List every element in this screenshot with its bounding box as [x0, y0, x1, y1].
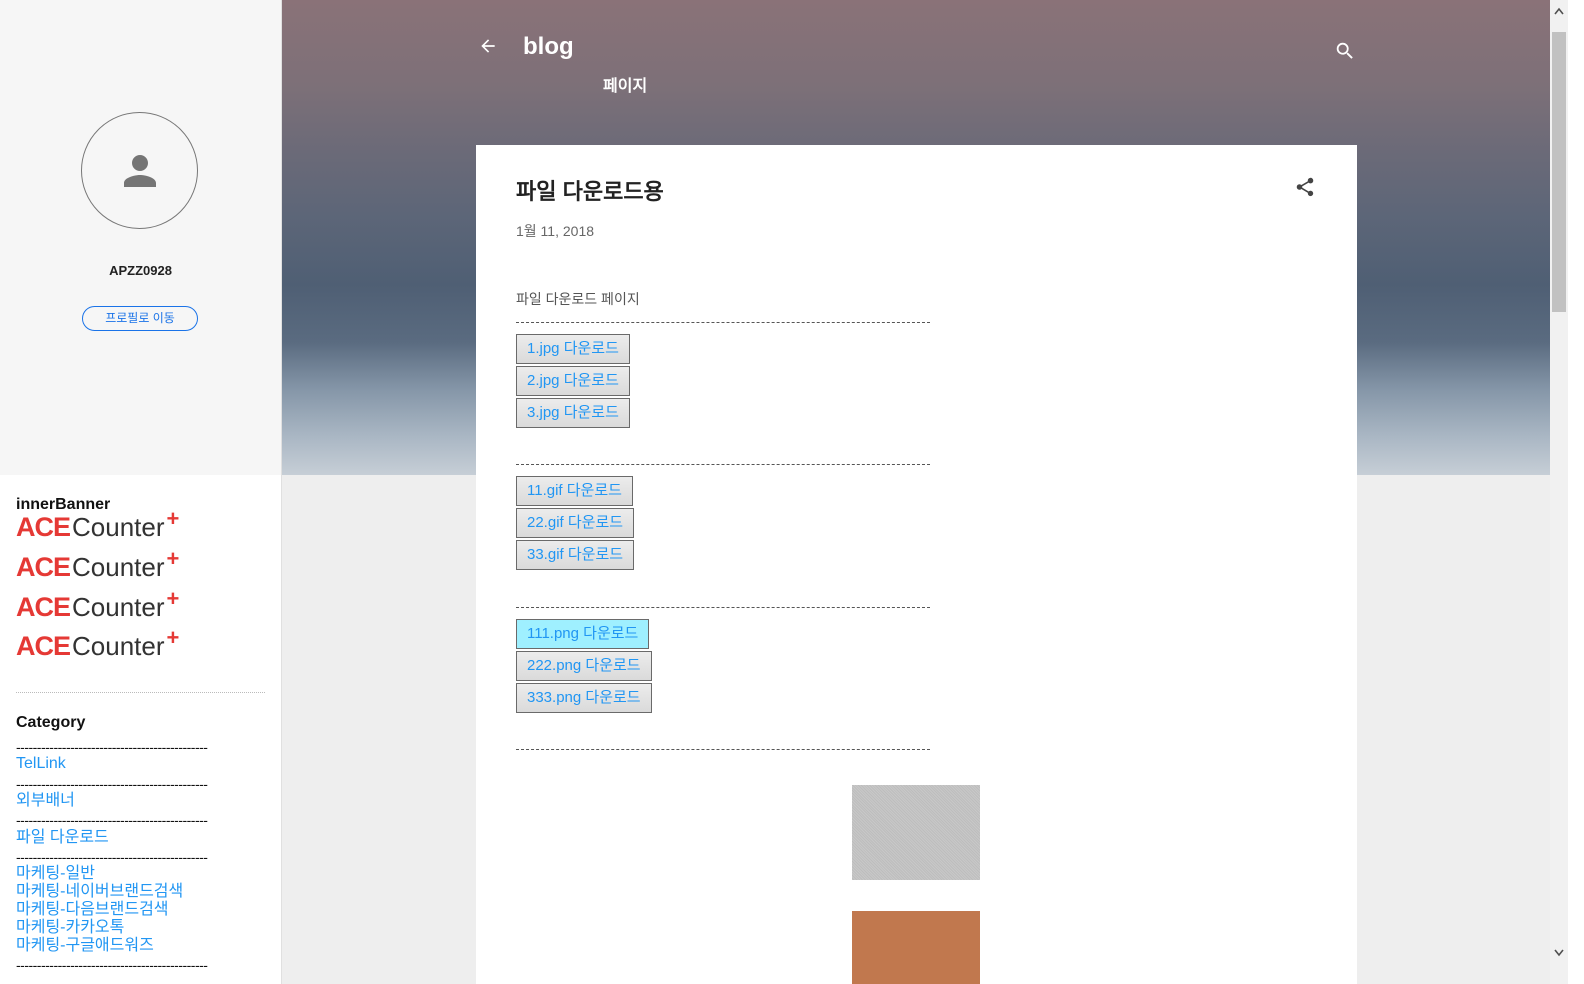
counter-logo-text: Counter: [72, 591, 165, 622]
category-separator: ----------------------------------------…: [16, 740, 208, 754]
post-intro: 파일 다운로드 페이지: [516, 291, 640, 307]
sidebar: APZZ0928 프로필로 이동 innerBanner ACE Counter…: [0, 0, 282, 984]
ace-logo-text: ACE: [16, 630, 71, 661]
ace-counter-banner[interactable]: ACE Counter +: [16, 625, 179, 661]
brown-texture-image[interactable]: [852, 911, 980, 984]
plus-icon: +: [166, 586, 180, 611]
ace-logo-text: ACE: [16, 591, 71, 622]
category-link-marketing-google[interactable]: 마케팅-구글애드워즈: [16, 937, 154, 955]
category-link-marketing-general[interactable]: 마케팅-일반: [16, 865, 95, 883]
gray-texture-image[interactable]: [852, 785, 980, 880]
dashed-separator: [516, 464, 930, 465]
person-icon: [124, 155, 156, 187]
ace-counter-banner[interactable]: ACE Counter +: [16, 506, 179, 542]
dashed-separator: [516, 607, 930, 608]
scrollbar-thumb[interactable]: [1552, 32, 1566, 312]
counter-logo-text: Counter: [72, 630, 165, 661]
plus-icon: +: [166, 506, 180, 531]
window-edge: [1568, 0, 1584, 984]
post-date: 1월 11, 2018: [516, 223, 595, 239]
download-33-gif-button[interactable]: 33.gif 다운로드: [516, 540, 635, 570]
download-11-gif-button[interactable]: 11.gif 다운로드: [516, 476, 633, 506]
scroll-up-arrow-icon[interactable]: [1553, 6, 1565, 18]
post-title: 파일 다운로드용: [516, 179, 664, 204]
blog-title[interactable]: blog: [523, 33, 574, 61]
category-link-marketing-naver[interactable]: 마케팅-네이버브랜드검색: [16, 883, 183, 901]
category-link-marketing-kakao[interactable]: 마케팅-카카오톡: [16, 919, 124, 937]
download-22-gif-button[interactable]: 22.gif 다운로드: [516, 508, 635, 538]
category-separator: ----------------------------------------…: [16, 777, 208, 791]
visit-profile-button[interactable]: 프로필로 이동: [82, 306, 198, 331]
ace-counter-banner[interactable]: ACE Counter +: [16, 586, 179, 622]
category-link-marketing-daum[interactable]: 마케팅-다음브랜드검색: [16, 901, 169, 919]
profile-section: APZZ0928 프로필로 이동: [0, 0, 281, 475]
scroll-down-arrow-icon[interactable]: [1553, 946, 1565, 958]
category-separator: ----------------------------------------…: [16, 850, 208, 864]
share-icon[interactable]: [1294, 176, 1316, 198]
avatar[interactable]: [81, 112, 198, 229]
profile-name: APZZ0928: [109, 263, 172, 278]
back-arrow-icon[interactable]: [478, 36, 498, 56]
dashed-separator: [516, 322, 930, 323]
ace-counter-banner[interactable]: ACE Counter +: [16, 546, 179, 582]
download-3-jpg-button[interactable]: 3.jpg 다운로드: [516, 398, 630, 428]
post-card: 파일 다운로드용 1월 11, 2018 파일 다운로드 페이지 1.jpg 다…: [476, 145, 1357, 984]
vertical-scrollbar[interactable]: [1550, 0, 1568, 984]
sidebar-divider: [16, 692, 265, 693]
download-111-png-button[interactable]: 111.png 다운로드: [516, 619, 650, 649]
category-link-file-download[interactable]: 파일 다운로드: [16, 829, 109, 847]
plus-icon: +: [166, 625, 180, 650]
counter-logo-text: Counter: [72, 511, 165, 542]
plus-icon: +: [166, 546, 180, 571]
download-1-jpg-button[interactable]: 1.jpg 다운로드: [516, 334, 630, 364]
category-separator: ----------------------------------------…: [16, 958, 208, 972]
counter-logo-text: Counter: [72, 551, 165, 582]
download-333-png-button[interactable]: 333.png 다운로드: [516, 683, 652, 713]
search-icon[interactable]: [1334, 40, 1356, 62]
category-title: Category: [16, 714, 86, 731]
category-link-external-banner[interactable]: 외부배너: [16, 792, 75, 810]
ace-logo-text: ACE: [16, 511, 71, 542]
category-link-tellink[interactable]: TelLink: [16, 755, 66, 773]
download-222-png-button[interactable]: 222.png 다운로드: [516, 651, 652, 681]
dashed-separator: [516, 749, 930, 750]
page-label[interactable]: 페이지: [603, 72, 647, 96]
download-2-jpg-button[interactable]: 2.jpg 다운로드: [516, 366, 630, 396]
category-separator: ----------------------------------------…: [16, 813, 208, 827]
ace-logo-text: ACE: [16, 551, 71, 582]
